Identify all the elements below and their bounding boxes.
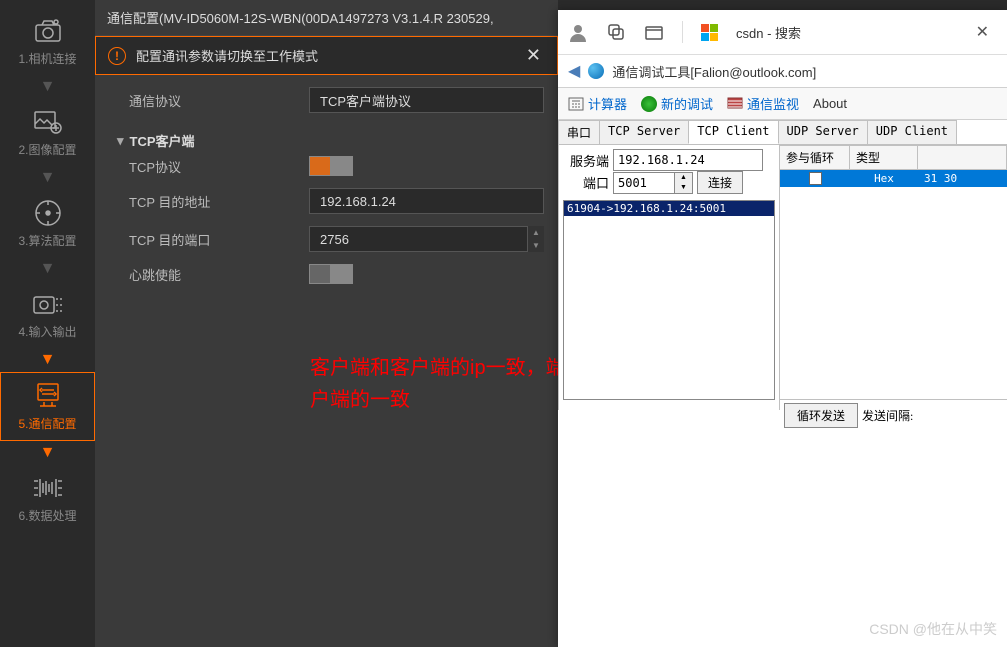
th-type: 类型 [850, 146, 918, 169]
sidebar-item-algorithm[interactable]: 3.算法配置 [0, 190, 95, 257]
target-addr-input[interactable] [309, 188, 544, 214]
menu-about[interactable]: About [809, 94, 851, 113]
panel-title: 通信配置(MV-ID5060M-12S-WBN(00DA1497273 V3.1… [95, 0, 558, 36]
tab-serial[interactable]: 串口 [558, 120, 600, 144]
sidebar-item-camera[interactable]: 1.相机连接 [0, 8, 95, 75]
heartbeat-label: 心跳使能 [109, 265, 309, 284]
tab-udp-client[interactable]: UDP Client [867, 120, 957, 144]
table-header: 参与循环 类型 [780, 145, 1007, 170]
arrow-down-icon: ▼ [41, 259, 55, 279]
warning-icon: ! [108, 47, 126, 65]
table-row[interactable]: Hex 31 30 [780, 170, 1007, 187]
section-header[interactable]: ▾ TCP客户端 [109, 125, 544, 156]
menu-monitor[interactable]: 通信监视 [723, 92, 803, 115]
sidebar-item-image[interactable]: 2.图像配置 [0, 99, 95, 166]
port-up-icon[interactable]: ▲ [528, 226, 544, 239]
protocol-label: 通信协议 [109, 91, 309, 110]
tab-tcp-client[interactable]: TCP Client [688, 120, 778, 144]
tcp-protocol-label: TCP协议 [109, 157, 309, 176]
target-port-label: TCP 目的端口 [109, 230, 309, 249]
tabs-bar: 串口 TCP Server TCP Client UDP Server UDP … [558, 120, 1007, 145]
port-down-icon[interactable]: ▼ [528, 239, 544, 252]
data-panel: 参与循环 类型 Hex 31 30 循环发送 发送间隔: [780, 145, 1007, 410]
copy-icon[interactable] [606, 22, 626, 42]
image-config-icon [30, 107, 66, 137]
tool-title-bar: ◀ 通信调试工具[Falion@outlook.com] [558, 55, 1007, 87]
close-icon[interactable]: ✕ [968, 22, 997, 42]
config-panel: 通信配置(MV-ID5060M-12S-WBN(00DA1497273 V3.1… [95, 0, 558, 647]
port-label: 端口 [563, 173, 613, 192]
sidebar-label: 6.数据处理 [18, 507, 76, 524]
port-down-icon[interactable]: ▼ [675, 183, 692, 193]
arrow-down-icon: ▼ [41, 443, 55, 463]
connection-list[interactable]: 61904->192.168.1.24:5001 [563, 200, 775, 400]
th-loop: 参与循环 [780, 146, 850, 169]
arrow-down-icon: ▼ [41, 77, 55, 97]
tab-icon[interactable] [644, 22, 664, 42]
sidebar-label: 1.相机连接 [18, 50, 76, 67]
back-icon[interactable]: ◀ [568, 61, 580, 81]
watermark: CSDN @他在从中笑 [869, 619, 997, 639]
sidebar-label: 4.输入输出 [18, 323, 76, 340]
sidebar-item-data[interactable]: 6.数据处理 [0, 465, 95, 532]
cell-data: 31 30 [918, 170, 1007, 187]
menu-new-debug[interactable]: 新的调试 [637, 92, 717, 115]
th-data [918, 146, 1007, 169]
comm-config-icon [30, 381, 66, 411]
alert-bar: ! 配置通讯参数请切换至工作模式 ✕ [95, 36, 558, 75]
sidebar-label: 3.算法配置 [18, 232, 76, 249]
data-process-icon [30, 473, 66, 503]
tab-udp-server[interactable]: UDP Server [778, 120, 868, 144]
algorithm-icon [30, 198, 66, 228]
port-up-icon[interactable]: ▲ [675, 173, 692, 183]
profile-icon[interactable] [568, 22, 588, 42]
io-icon [30, 289, 66, 319]
target-addr-label: TCP 目的地址 [109, 192, 309, 211]
titlebar-text: csdn - 搜索 [736, 23, 801, 42]
sidebar-item-io[interactable]: 4.输入输出 [0, 281, 95, 348]
interval-label: 发送间隔: [862, 407, 913, 424]
list-item[interactable]: 61904->192.168.1.24:5001 [564, 201, 774, 216]
sidebar-item-comm[interactable]: 5.通信配置 [0, 372, 95, 441]
arrow-down-icon: ▼ [41, 350, 55, 370]
browser-titlebar: csdn - 搜索 ✕ [558, 10, 1007, 55]
tool-menubar: 计算器 新的调试 通信监视 About [558, 87, 1007, 120]
send-bar: 循环发送 发送间隔: [780, 399, 1007, 431]
chevron-down-icon: ▾ [117, 133, 124, 149]
cell-type: Hex [850, 170, 918, 187]
debug-icon [641, 96, 657, 112]
close-icon[interactable]: ✕ [522, 45, 545, 66]
tool-title: 通信调试工具[Falion@outlook.com] [612, 62, 816, 81]
section-title: TCP客户端 [130, 131, 195, 150]
globe-icon [588, 63, 604, 79]
protocol-select[interactable] [309, 87, 544, 113]
loop-send-button[interactable]: 循环发送 [784, 403, 858, 428]
heartbeat-toggle[interactable] [309, 264, 353, 284]
menu-calculator[interactable]: 计算器 [564, 92, 631, 115]
server-input[interactable] [613, 149, 763, 171]
sidebar: 1.相机连接 ▼ 2.图像配置 ▼ 3.算法配置 ▼ 4.输入输出 ▼ 5.通信… [0, 0, 95, 647]
target-port-input[interactable] [309, 226, 528, 252]
camera-icon [30, 16, 66, 46]
connection-panel: 服务端 端口 ▲ ▼ 连接 61904->192.168.1.24:5 [558, 145, 780, 410]
sidebar-label: 5.通信配置 [18, 415, 76, 432]
monitor-icon [727, 97, 743, 111]
alert-text: 配置通讯参数请切换至工作模式 [136, 46, 522, 65]
loop-checkbox[interactable] [809, 172, 822, 185]
server-label: 服务端 [563, 151, 613, 170]
tab-tcp-server[interactable]: TCP Server [599, 120, 689, 144]
microsoft-logo-icon [701, 24, 718, 41]
connect-button[interactable]: 连接 [697, 171, 743, 194]
calculator-icon [568, 97, 584, 111]
browser-window: csdn - 搜索 ✕ ◀ 通信调试工具[Falion@outlook.com]… [558, 10, 1007, 647]
sidebar-label: 2.图像配置 [18, 141, 76, 158]
port-input[interactable] [613, 172, 675, 194]
arrow-down-icon: ▼ [41, 168, 55, 188]
tcp-protocol-toggle[interactable] [309, 156, 353, 176]
